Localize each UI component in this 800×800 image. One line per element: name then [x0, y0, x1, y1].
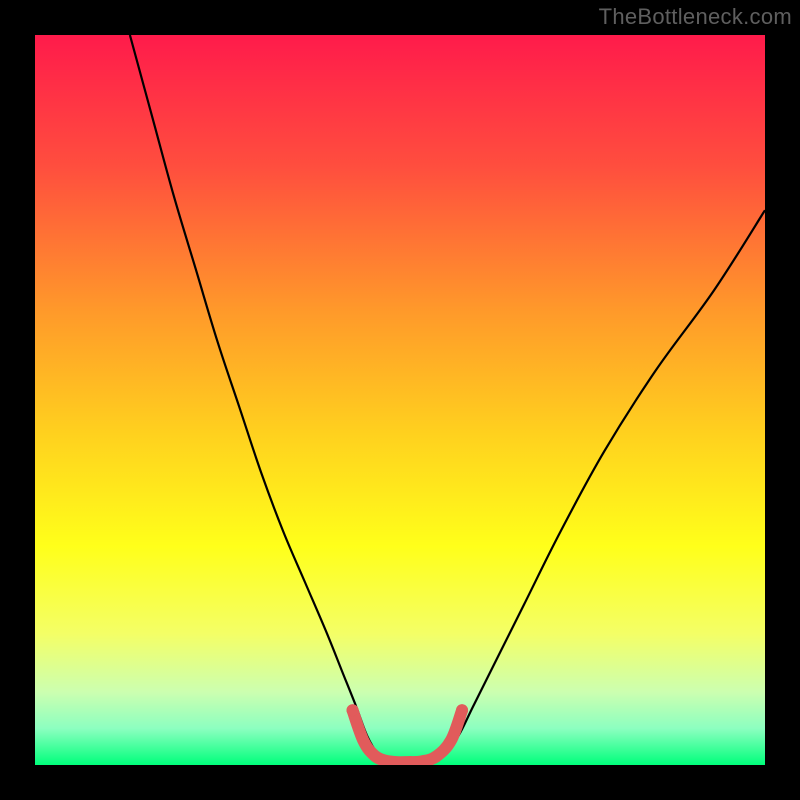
watermark-text: TheBottleneck.com: [599, 4, 792, 30]
chart-svg: [35, 35, 765, 765]
chart-plot-area: [35, 35, 765, 765]
highlight-end-marker: [347, 704, 359, 716]
chart-background-gradient: [35, 35, 765, 765]
highlight-end-marker: [456, 704, 468, 716]
